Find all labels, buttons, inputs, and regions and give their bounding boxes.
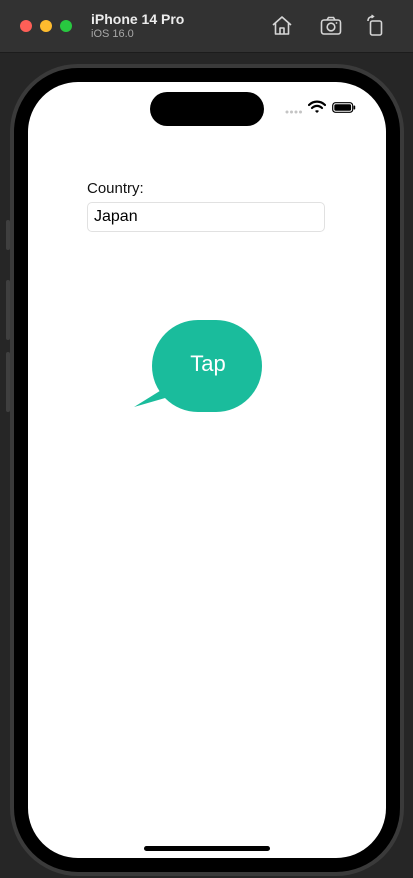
tap-bubble-button[interactable]: Tap: [132, 318, 264, 414]
dynamic-island: [150, 92, 264, 126]
volume-down-button: [6, 352, 10, 412]
simulator-window: iPhone 14 Pro iOS 16.0 Country: Japan Ta…: [0, 0, 413, 878]
battery-icon: [332, 102, 356, 113]
title-bar: iPhone 14 Pro iOS 16.0: [0, 0, 413, 53]
cellular-signal-icon: [285, 110, 302, 114]
os-version: iOS 16.0: [91, 28, 134, 40]
screenshot-camera-icon[interactable]: [319, 14, 343, 38]
volume-up-button: [6, 280, 10, 340]
country-field[interactable]: [87, 202, 325, 232]
minimize-window-button[interactable]: [40, 20, 52, 32]
zoom-window-button[interactable]: [60, 20, 72, 32]
tap-bubble-label: Tap: [190, 351, 226, 376]
home-indicator[interactable]: [144, 846, 270, 851]
rotate-icon[interactable]: [364, 14, 388, 38]
country-label: Country:: [87, 180, 144, 197]
mute-switch: [6, 220, 10, 250]
device-name: iPhone 14 Pro: [91, 11, 185, 27]
close-window-button[interactable]: [20, 20, 32, 32]
wifi-icon: [308, 100, 326, 113]
home-icon[interactable]: [270, 14, 294, 38]
device-screen: Country: Tap: [28, 82, 386, 858]
